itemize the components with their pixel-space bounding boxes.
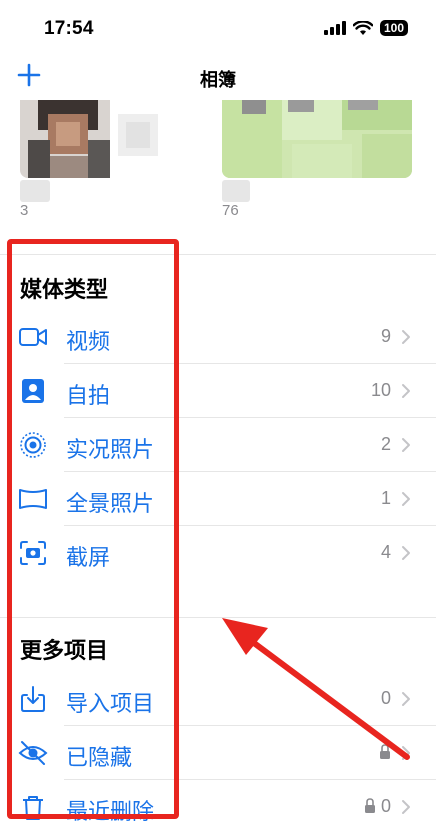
annotation-arrow [222,618,410,760]
